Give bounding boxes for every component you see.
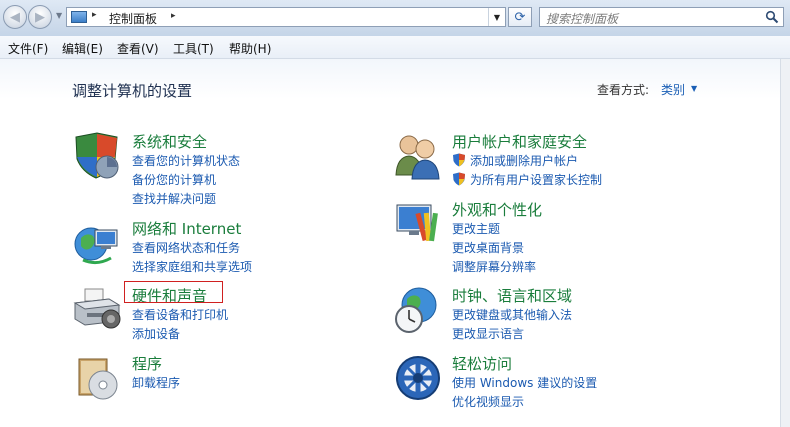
uac-shield-icon	[453, 172, 465, 186]
category-title-appearance[interactable]: 外观和个性化	[452, 199, 542, 220]
link-optimize-video[interactable]: 优化视频显示	[452, 393, 524, 410]
link-backup-computer[interactable]: 备份您的计算机	[132, 171, 216, 188]
category-title-ease-of-access[interactable]: 轻松访问	[452, 353, 512, 374]
magnifier-icon[interactable]	[765, 10, 779, 24]
ease-of-access-icon[interactable]	[393, 353, 443, 403]
category-title-user-accounts[interactable]: 用户帐户和家庭安全	[452, 131, 587, 152]
link-network-status[interactable]: 查看网络状态和任务	[132, 239, 240, 256]
refresh-button[interactable]: ⟳	[508, 7, 532, 27]
category-title-clock-language[interactable]: 时钟、语言和区域	[452, 285, 572, 306]
menu-tools[interactable]: 工具(T)	[173, 40, 214, 57]
link-recommended-settings[interactable]: 使用 Windows 建议的设置	[452, 374, 597, 391]
menu-help[interactable]: 帮助(H)	[229, 40, 271, 57]
breadcrumb-control-panel[interactable]: 控制面板	[109, 10, 157, 27]
programs-disc-icon[interactable]	[73, 353, 123, 403]
recent-pages-dropdown[interactable]: ▼	[56, 11, 62, 20]
menu-edit[interactable]: 编辑(E)	[62, 40, 103, 57]
view-by-dropdown[interactable]: 类别	[661, 81, 685, 98]
link-add-remove-accounts[interactable]: 添加或删除用户帐户	[470, 152, 578, 169]
link-homegroup-sharing[interactable]: 选择家庭组和共享选项	[132, 258, 252, 275]
monitor-palette-icon[interactable]	[393, 199, 443, 249]
link-change-input-method[interactable]: 更改键盘或其他输入法	[452, 306, 572, 323]
clock-globe-icon[interactable]	[393, 285, 443, 335]
chevron-down-icon[interactable]: ▼	[691, 84, 697, 93]
link-change-theme[interactable]: 更改主题	[452, 220, 500, 237]
address-toolbar: ◀ ▶ ▼ ▸ 控制面板 ▸ ▼ ⟳ 搜索控制面板	[0, 0, 790, 37]
highlight-box	[124, 281, 223, 303]
breadcrumb-separator[interactable]: ▸	[92, 10, 97, 20]
link-change-display-language[interactable]: 更改显示语言	[452, 325, 524, 342]
link-adjust-resolution[interactable]: 调整屏幕分辨率	[452, 258, 536, 275]
category-title-system-security[interactable]: 系统和安全	[132, 131, 207, 152]
back-arrow-icon: ◀	[10, 9, 20, 25]
back-button[interactable]: ◀	[3, 5, 27, 29]
view-by-label: 查看方式:	[597, 83, 650, 97]
category-title-programs[interactable]: 程序	[132, 353, 162, 374]
search-input[interactable]: 搜索控制面板	[539, 7, 784, 27]
search-placeholder: 搜索控制面板	[546, 12, 619, 26]
link-parental-controls[interactable]: 为所有用户设置家长控制	[470, 171, 602, 188]
link-devices-printers[interactable]: 查看设备和打印机	[132, 306, 228, 323]
forward-arrow-icon: ▶	[35, 9, 45, 25]
address-field[interactable]: ▸ 控制面板 ▸ ▼	[66, 7, 506, 27]
network-globe-icon[interactable]	[73, 218, 123, 268]
forward-button[interactable]: ▶	[28, 5, 52, 29]
printer-icon[interactable]	[73, 285, 123, 335]
link-view-computer-status[interactable]: 查看您的计算机状态	[132, 152, 240, 169]
menu-file[interactable]: 文件(F)	[8, 40, 48, 57]
breadcrumb-separator[interactable]: ▸	[171, 11, 176, 21]
uac-shield-icon	[453, 153, 465, 167]
control-panel-icon	[71, 11, 87, 23]
vertical-scrollbar[interactable]	[780, 59, 790, 427]
link-change-background[interactable]: 更改桌面背景	[452, 239, 524, 256]
page-title: 调整计算机的设置	[72, 82, 193, 100]
shield-icon[interactable]	[73, 131, 123, 181]
link-troubleshoot[interactable]: 查找并解决问题	[132, 190, 216, 207]
address-dropdown-button[interactable]: ▼	[488, 8, 505, 26]
link-add-device[interactable]: 添加设备	[132, 325, 180, 342]
users-icon[interactable]	[393, 131, 443, 181]
link-uninstall-program[interactable]: 卸载程序	[132, 374, 180, 391]
menu-view[interactable]: 查看(V)	[117, 40, 159, 57]
control-panel-content: 调整计算机的设置 查看方式: 类别 ▼ 系统和安全 查看您的计算机状态 备份您的…	[0, 59, 780, 427]
category-title-network-internet[interactable]: 网络和 Internet	[132, 218, 241, 239]
menu-bar: 文件(F) 编辑(E) 查看(V) 工具(T) 帮助(H)	[0, 36, 790, 59]
